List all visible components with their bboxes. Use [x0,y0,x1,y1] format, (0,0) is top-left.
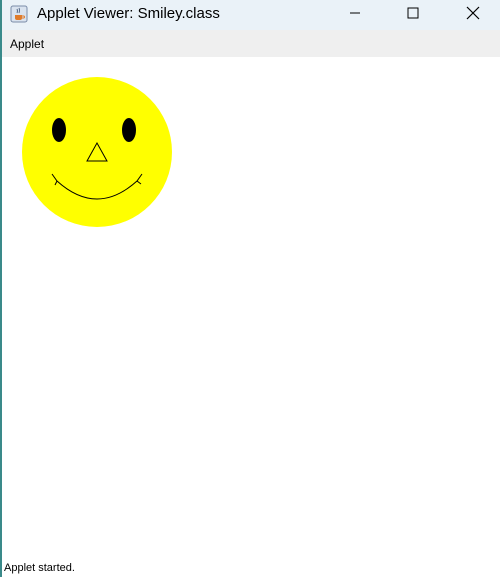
smiley-drawing [22,77,172,227]
smiley-face [22,77,172,227]
java-coffee-cup-icon[interactable] [10,5,28,23]
title-bar[interactable]: Applet Viewer: Smiley.class [2,0,500,30]
maximize-icon [407,6,419,24]
close-icon [466,6,480,25]
menu-applet[interactable]: Applet [10,37,44,51]
minimize-button[interactable] [332,0,378,30]
applet-canvas[interactable] [2,57,500,560]
maximize-button[interactable] [390,0,436,30]
status-bar: Applet started. [2,560,500,577]
right-eye [122,118,136,142]
minimize-icon [349,6,361,24]
status-text: Applet started. [4,562,75,574]
close-button[interactable] [450,0,496,30]
left-eye [52,118,66,142]
applet-viewer-window: Applet Viewer: Smiley.class Applet Apple… [2,0,500,577]
window-title: Applet Viewer: Smiley.class [37,5,220,22]
menu-bar: Applet [2,30,500,57]
